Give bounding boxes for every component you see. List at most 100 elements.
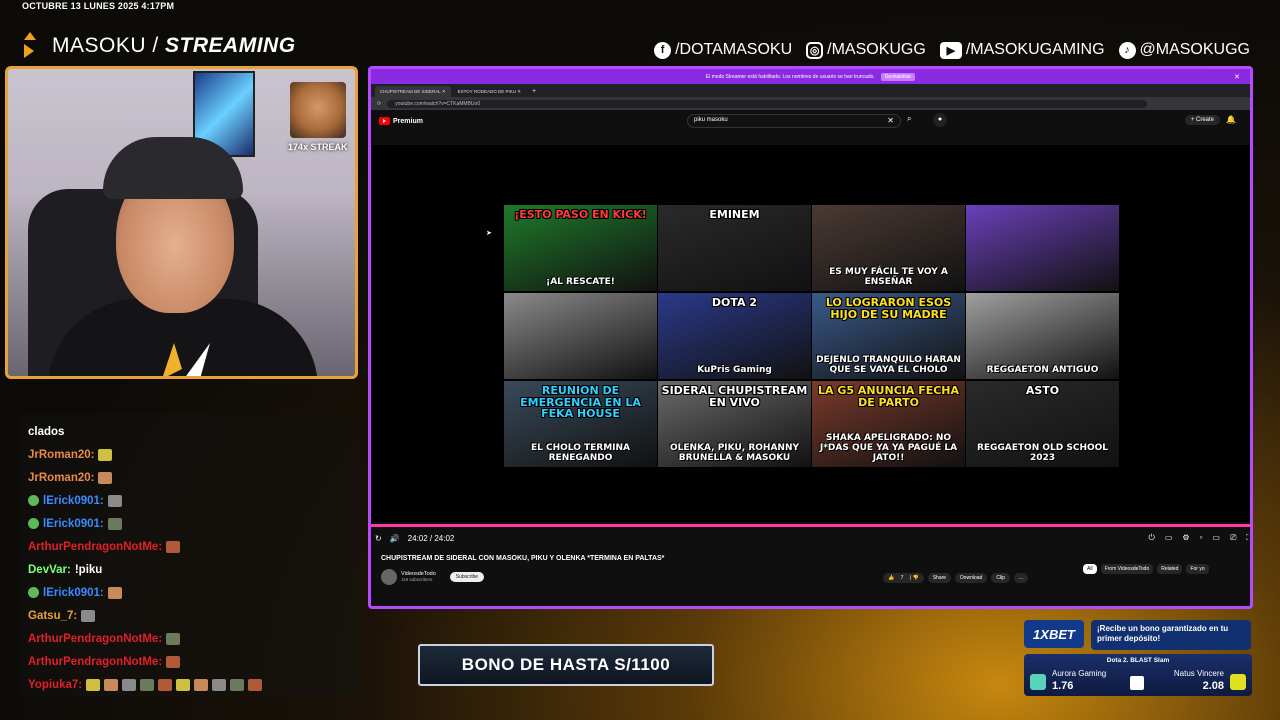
chat-username[interactable]: JrRoman20: (28, 449, 94, 461)
thumbnail-title: ¡ESTO PASO EN KICK! (514, 208, 647, 221)
more-actions-button[interactable]: ... (1013, 573, 1029, 583)
thumbnail-title: DOTA 2 (711, 296, 758, 309)
chat-username[interactable]: ArthurPendragonNotMe: (28, 633, 162, 645)
chat-emote-icon (176, 678, 191, 691)
subscribe-button[interactable]: Subscribe (449, 572, 484, 582)
chat-username[interactable]: lErick0901: (43, 495, 104, 507)
cast-icon[interactable]: ⎚ (1230, 533, 1236, 543)
video-progress-bar[interactable] (371, 524, 1250, 527)
chat-username[interactable]: lErick0901: (43, 587, 104, 599)
clear-search-icon[interactable]: ✕ (887, 116, 894, 125)
end-screen-video[interactable]: ES MUY FÁCIL TE VOY A ENSEÑAR (812, 205, 965, 291)
end-screen-video[interactable]: DOTA 2 KuPris Gaming (658, 293, 811, 379)
thumbnail-subtitle: SHAKA APELIGRADO: NO J*DAS QUE YA YA PAG… (819, 433, 958, 464)
mic-icon[interactable]: ● (933, 113, 947, 127)
video-player[interactable]: ➤ ¡ESTO PASO EN KICK! ¡AL RESCATE! EMINEM E… (371, 145, 1250, 522)
end-screen-video[interactable]: REGGAETON ANTIGUO (966, 293, 1119, 379)
chat-message: clados (28, 420, 352, 443)
thumbnail-title: LO LOGRARON ESOS HIJO DE SU MADRE (825, 296, 952, 321)
download-button[interactable]: Download (955, 573, 988, 583)
chat-username[interactable]: DevVar: (28, 564, 71, 576)
chat-emote-icon (107, 517, 122, 530)
chat-username[interactable]: clados (28, 426, 64, 438)
social-link: f/DOTAMASOKU (654, 41, 792, 59)
create-button[interactable]: + Create (1184, 115, 1220, 125)
thumbnail-subtitle: KuPris Gaming (697, 365, 772, 376)
share-button[interactable]: Share (927, 573, 952, 583)
chat-username[interactable]: ArthurPendragonNotMe: (28, 656, 162, 668)
volume-icon[interactable]: 🔊 (390, 534, 400, 543)
settings-icon[interactable]: ⚙ (1182, 533, 1189, 543)
facebook-icon: f (654, 41, 672, 59)
end-screen-video[interactable] (504, 293, 657, 379)
chat-emote-icon (166, 540, 181, 553)
team2-odd: 2.08 (1202, 680, 1224, 692)
team2-logo-icon (1230, 674, 1246, 690)
end-screen-video[interactable]: LO LOGRARON ESOS HIJO DE SU MADRE DEJENLO… (812, 293, 965, 379)
chat-message: lErick0901: (28, 512, 352, 535)
captions-icon[interactable]: ▭ (1165, 533, 1173, 543)
related-filter-chips: All From VideosdeTodo Related For yo (1083, 564, 1209, 574)
chat-username[interactable]: JrRoman20: (28, 472, 94, 484)
chat-message: lErick0901: (28, 581, 352, 604)
theater-icon[interactable]: ▭ (1212, 533, 1220, 543)
streak-counter: 174x STREAK (288, 142, 348, 152)
like-button[interactable]: 👍 7 | 👎 (883, 573, 924, 583)
channel-row: VideosdeTodo 119 subscribers Subscribe (381, 569, 484, 585)
end-screen-video[interactable]: ASTO REGGAETON OLD SCHOOL 2023 (966, 381, 1119, 467)
chip-from-channel[interactable]: From VideosdeTodo (1100, 564, 1154, 574)
url-field[interactable]: youtube.com/watch?v=CTKaMMBUo0 (387, 99, 1148, 108)
end-screen-video[interactable] (966, 205, 1119, 291)
new-tab-button[interactable]: + (528, 86, 540, 97)
close-icon[interactable]: ✕ (1234, 73, 1240, 81)
chat-emote-icon (158, 678, 173, 691)
chat-message: JrRoman20: (28, 443, 352, 466)
social-link: ▶/MASOKUGAMING (939, 41, 1105, 59)
stream-brand: MASOKU / STREAMING (22, 32, 296, 60)
tab-piku[interactable]: ESTOY RODEADO DE PIKU ✕ (453, 86, 526, 97)
disable-streamer-mode-button[interactable]: Deshabilitar (880, 72, 916, 81)
end-screen-video[interactable]: EMINEM (658, 205, 811, 291)
chip-for-you[interactable]: For yo (1186, 564, 1209, 574)
chip-related[interactable]: Related (1157, 564, 1183, 574)
chat-username[interactable]: ArthurPendragonNotMe: (28, 541, 162, 553)
channel-avatar[interactable] (381, 569, 397, 585)
chat-emote-icon (122, 678, 137, 691)
clip-button[interactable]: Clip (991, 573, 1010, 583)
chat-message: ArthurPendragonNotMe: (28, 627, 352, 650)
search-input[interactable]: piku masoku ✕ (687, 114, 901, 128)
chat-message: Gatsu_7: (28, 604, 352, 627)
end-screen-video[interactable]: SIDERAL CHUPISTREAM EN VIVO OLENKA, PIKU,… (658, 381, 811, 467)
chat-emote-icon (98, 448, 113, 461)
team1-logo-icon (1030, 674, 1046, 690)
miniplayer-icon[interactable]: ▫ (1200, 533, 1203, 543)
chat-text: !piku (74, 563, 103, 576)
end-screen-video[interactable]: REUNION DE EMERGENCIA EN LA FEKA HOUSE EL… (504, 381, 657, 467)
youtube-icon: ▶ (939, 41, 962, 59)
replay-icon[interactable]: ↻ (375, 534, 382, 543)
tab-chupistream[interactable]: CHUPISTREAM DE SIDERAL ✕ (375, 86, 451, 97)
youtube-header: Premium piku masoku ✕ ⌕ ● + Create 🔔 (371, 110, 1250, 132)
reload-icon[interactable]: ⟳ (377, 101, 381, 107)
chip-all[interactable]: All (1083, 564, 1097, 574)
thumbnail-subtitle: OLENKA, PIKU, ROHANNY BRUNELLA & MASOKU (669, 443, 799, 464)
match-odds-widget: Dota 2. BLAST Slam Aurora Gaming 1.76 Na… (1024, 654, 1252, 696)
thumbnail-subtitle: REGGAETON ANTIGUO (986, 365, 1099, 376)
chat-username[interactable]: Yopiuka7: (28, 679, 82, 691)
end-screen-video[interactable]: LA G5 ANUNCIA FECHA DE PARTO SHAKA APELIG… (812, 381, 965, 467)
search-icon[interactable]: ⌕ (907, 114, 911, 124)
webcam-feed: 174x STREAK (5, 66, 358, 379)
chat-username[interactable]: Gatsu_7: (28, 610, 77, 622)
bell-icon[interactable]: 🔔 (1226, 115, 1236, 124)
thumbnail-title: REUNION DE EMERGENCIA EN LA FEKA HOUSE (520, 384, 641, 421)
chat-message: ArthurPendragonNotMe: (28, 650, 352, 673)
youtube-logo[interactable]: Premium (379, 117, 423, 125)
chat-username[interactable]: lErick0901: (43, 518, 104, 530)
autoplay-toggle[interactable]: ⏻ (1149, 533, 1155, 543)
address-bar: ⟳ youtube.com/watch?v=CTKaMMBUo0 (371, 97, 1250, 110)
player-controls: ↻ 🔊 24:02 / 24:02 ⏻ ▭ ⚙ ▫ ▭ ⎚ ⛶ (371, 529, 1250, 547)
thumbnail-title: EMINEM (709, 208, 760, 221)
chat-message: Yopiuka7: (28, 673, 352, 696)
end-screen-video[interactable]: ¡ESTO PASO EN KICK! ¡AL RESCATE! (504, 205, 657, 291)
fullscreen-icon[interactable]: ⛶ (1246, 533, 1250, 543)
